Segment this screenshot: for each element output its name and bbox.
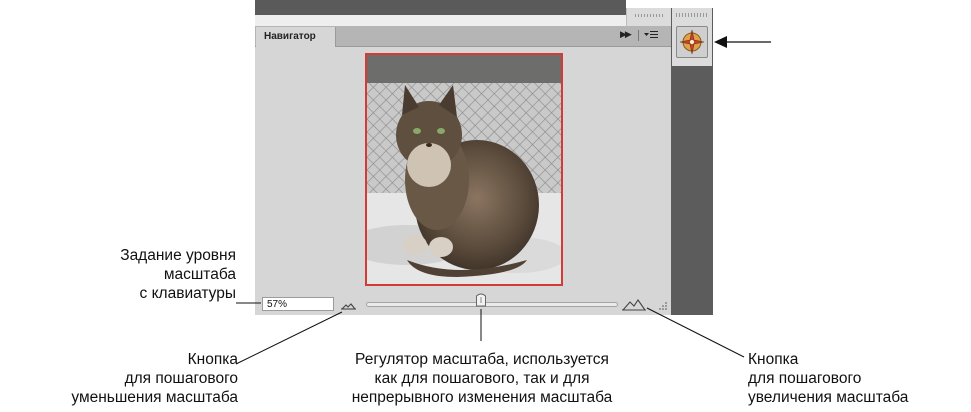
annotation-keyboard-zoom: Задание уровня масштаба с клавиатуры [120, 247, 236, 302]
annotation-zoom-slider: Регулятор масштаба, используется как для… [351, 351, 613, 406]
annotation-zoom-out-button: Кнопка для пошагового уменьшения масштаб… [71, 351, 238, 406]
annotation-zoom-in-button: Кнопка для пошагового увеличения масштаб… [748, 351, 909, 406]
arrow-left-icon [714, 36, 727, 48]
